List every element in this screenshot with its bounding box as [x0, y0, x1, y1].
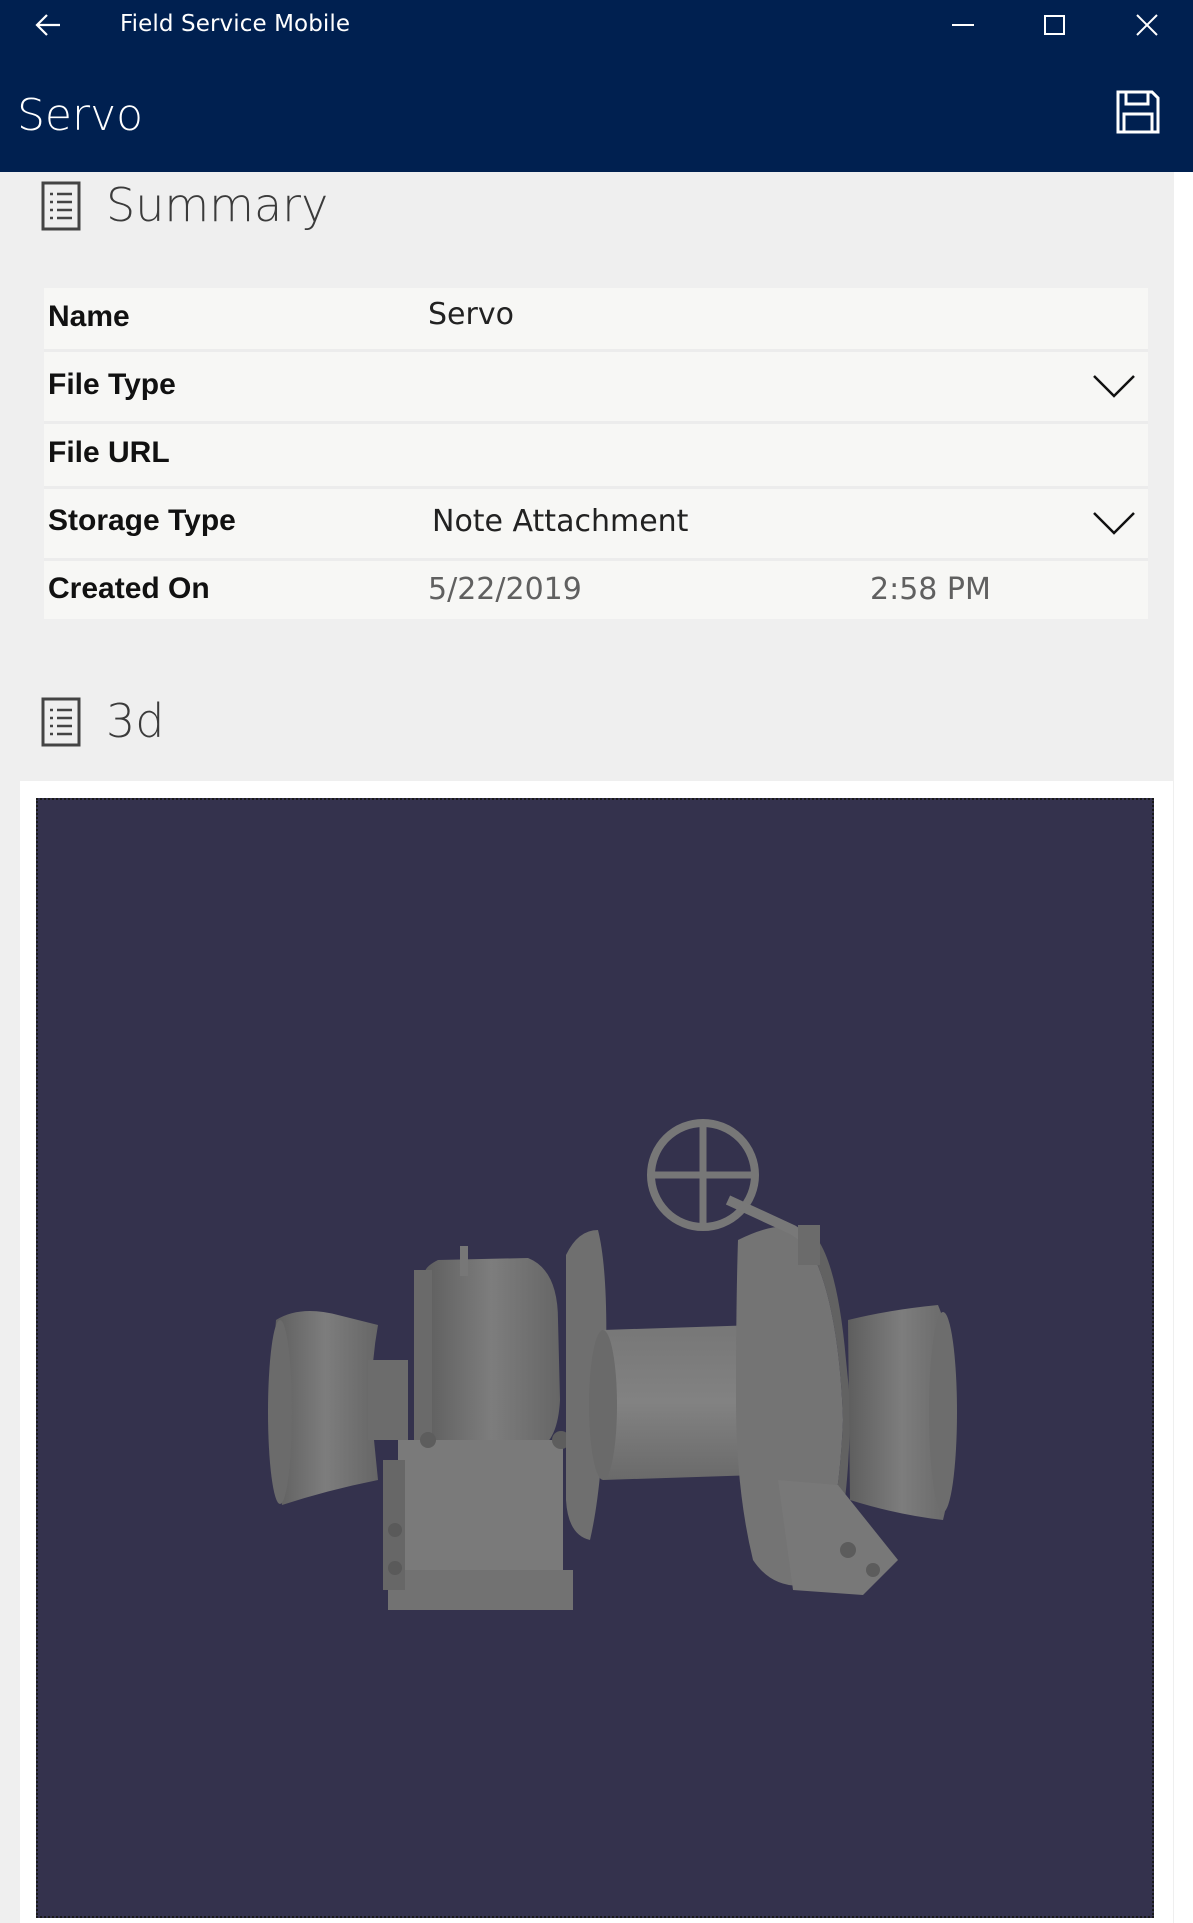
storage-type-select[interactable]: Note Attachment — [432, 504, 688, 539]
app-title: Field Service Mobile — [120, 11, 351, 37]
summary-form: Name Servo File Type File URL Storage Ty… — [44, 288, 1148, 619]
summary-section-title: Summary — [106, 178, 329, 232]
field-created-on: Created On 5/22/2019 2:58 PM — [44, 561, 1148, 619]
summary-section-header: Summary — [40, 172, 440, 242]
close-icon[interactable] — [1127, 6, 1167, 44]
page-header: Servo — [0, 50, 1193, 172]
created-date: 5/22/2019 — [428, 572, 582, 607]
created-time: 2:58 PM — [870, 572, 991, 607]
chevron-down-icon[interactable] — [1092, 509, 1136, 537]
floppy-disk-icon[interactable] — [1114, 88, 1162, 136]
winch-3d-model — [268, 1119, 957, 1610]
field-label: Name — [48, 300, 130, 333]
page-title: Servo — [17, 90, 144, 141]
chevron-down-icon[interactable] — [1092, 372, 1136, 400]
field-label: File URL — [48, 436, 170, 469]
field-storage-type[interactable]: Storage Type Note Attachment — [44, 489, 1148, 561]
field-label: Storage Type — [48, 504, 236, 537]
maximize-icon[interactable] — [1034, 6, 1074, 44]
field-name[interactable]: Name Servo — [44, 288, 1148, 352]
minimize-icon[interactable] — [943, 6, 983, 44]
field-label: File Type — [48, 368, 176, 401]
arrow-left-icon[interactable] — [30, 8, 66, 42]
document-list-icon — [41, 697, 81, 747]
3d-section-title: 3d — [106, 694, 165, 748]
name-input[interactable]: Servo — [428, 297, 514, 332]
title-bar: Field Service Mobile — [0, 0, 1193, 50]
3d-section-header: 3d — [40, 688, 340, 758]
field-file-url[interactable]: File URL — [44, 424, 1148, 489]
scroll-rail — [1174, 172, 1193, 1923]
3d-viewer[interactable] — [36, 798, 1154, 1918]
field-label: Created On — [48, 572, 210, 605]
document-list-icon — [41, 181, 81, 231]
field-file-type[interactable]: File Type — [44, 352, 1148, 424]
